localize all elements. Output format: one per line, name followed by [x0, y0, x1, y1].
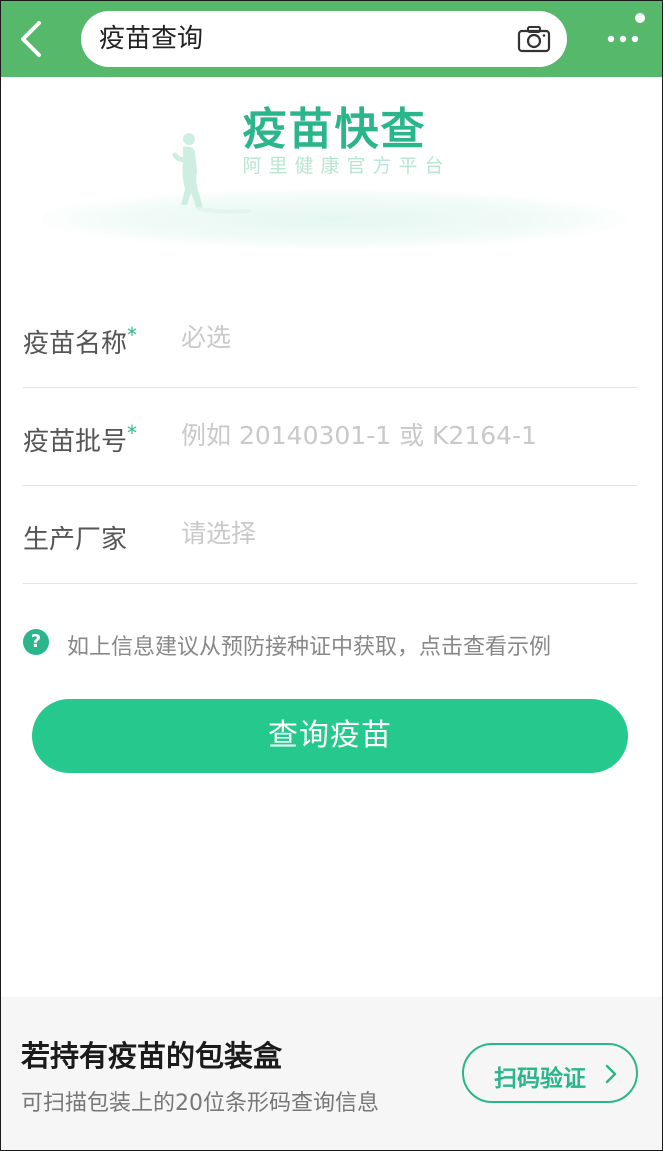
hint-text-link[interactable]: 如上信息建议从预防接种证中获取，点击查看示例 — [67, 629, 551, 661]
barcode-scan-panel: 若持有疫苗的包装盒 可扫描包装上的20位条形码查询信息 扫码验证 — [1, 997, 662, 1150]
question-icon: ? — [23, 629, 49, 655]
hero-title: 疫苗快查 — [242, 104, 427, 155]
scan-verify-button[interactable]: 扫码验证 — [462, 1043, 638, 1103]
app-screen: 疫苗查询 疫苗快查 阿里健康官方平台 疫苗名称* 必选 疫苗批号* 例如 201… — [0, 0, 663, 1151]
vaccine-name-label: 疫苗名称* — [23, 323, 138, 359]
required-mark: * — [127, 421, 138, 445]
vaccine-batch-label: 疫苗批号* — [23, 421, 138, 457]
vaccine-name-row[interactable]: 疫苗名称* — [23, 291, 637, 388]
manufacturer-row[interactable]: 生产厂家 — [23, 487, 637, 584]
search-query-text: 疫苗查询 — [99, 24, 204, 54]
search-bar[interactable]: 疫苗查询 — [81, 11, 567, 67]
package-subtitle: 可扫描包装上的20位条形码查询信息 — [21, 1091, 379, 1116]
camera-button[interactable] — [517, 25, 551, 53]
vaccine-batch-row[interactable]: 疫苗批号* — [23, 389, 637, 486]
hero-banner: 疫苗快查 阿里健康官方平台 — [1, 77, 662, 267]
camera-icon — [517, 26, 551, 53]
top-bar: 疫苗查询 — [1, 1, 662, 77]
chevron-left-icon — [21, 21, 41, 57]
query-vaccine-button[interactable]: 查询疫苗 — [32, 699, 628, 773]
manufacturer-select[interactable] — [181, 513, 621, 553]
chevron-right-icon — [605, 1064, 617, 1084]
back-button[interactable] — [15, 19, 51, 59]
more-options-button[interactable] — [603, 27, 643, 51]
required-mark: * — [127, 323, 138, 347]
manufacturer-label: 生产厂家 — [23, 525, 128, 555]
vaccine-batch-input[interactable] — [181, 415, 621, 455]
hero-subtitle: 阿里健康官方平台 — [242, 155, 451, 177]
notification-dot — [635, 13, 645, 23]
package-title: 若持有疫苗的包装盒 — [21, 1039, 283, 1073]
vaccine-name-select[interactable] — [181, 317, 621, 357]
scan-verify-label: 扫码验证 — [494, 1066, 586, 1092]
hero-ground-shape — [41, 189, 626, 249]
more-dots-icon — [607, 35, 639, 43]
hint-row[interactable]: ? 如上信息建议从预防接种证中获取，点击查看示例 — [23, 627, 643, 661]
